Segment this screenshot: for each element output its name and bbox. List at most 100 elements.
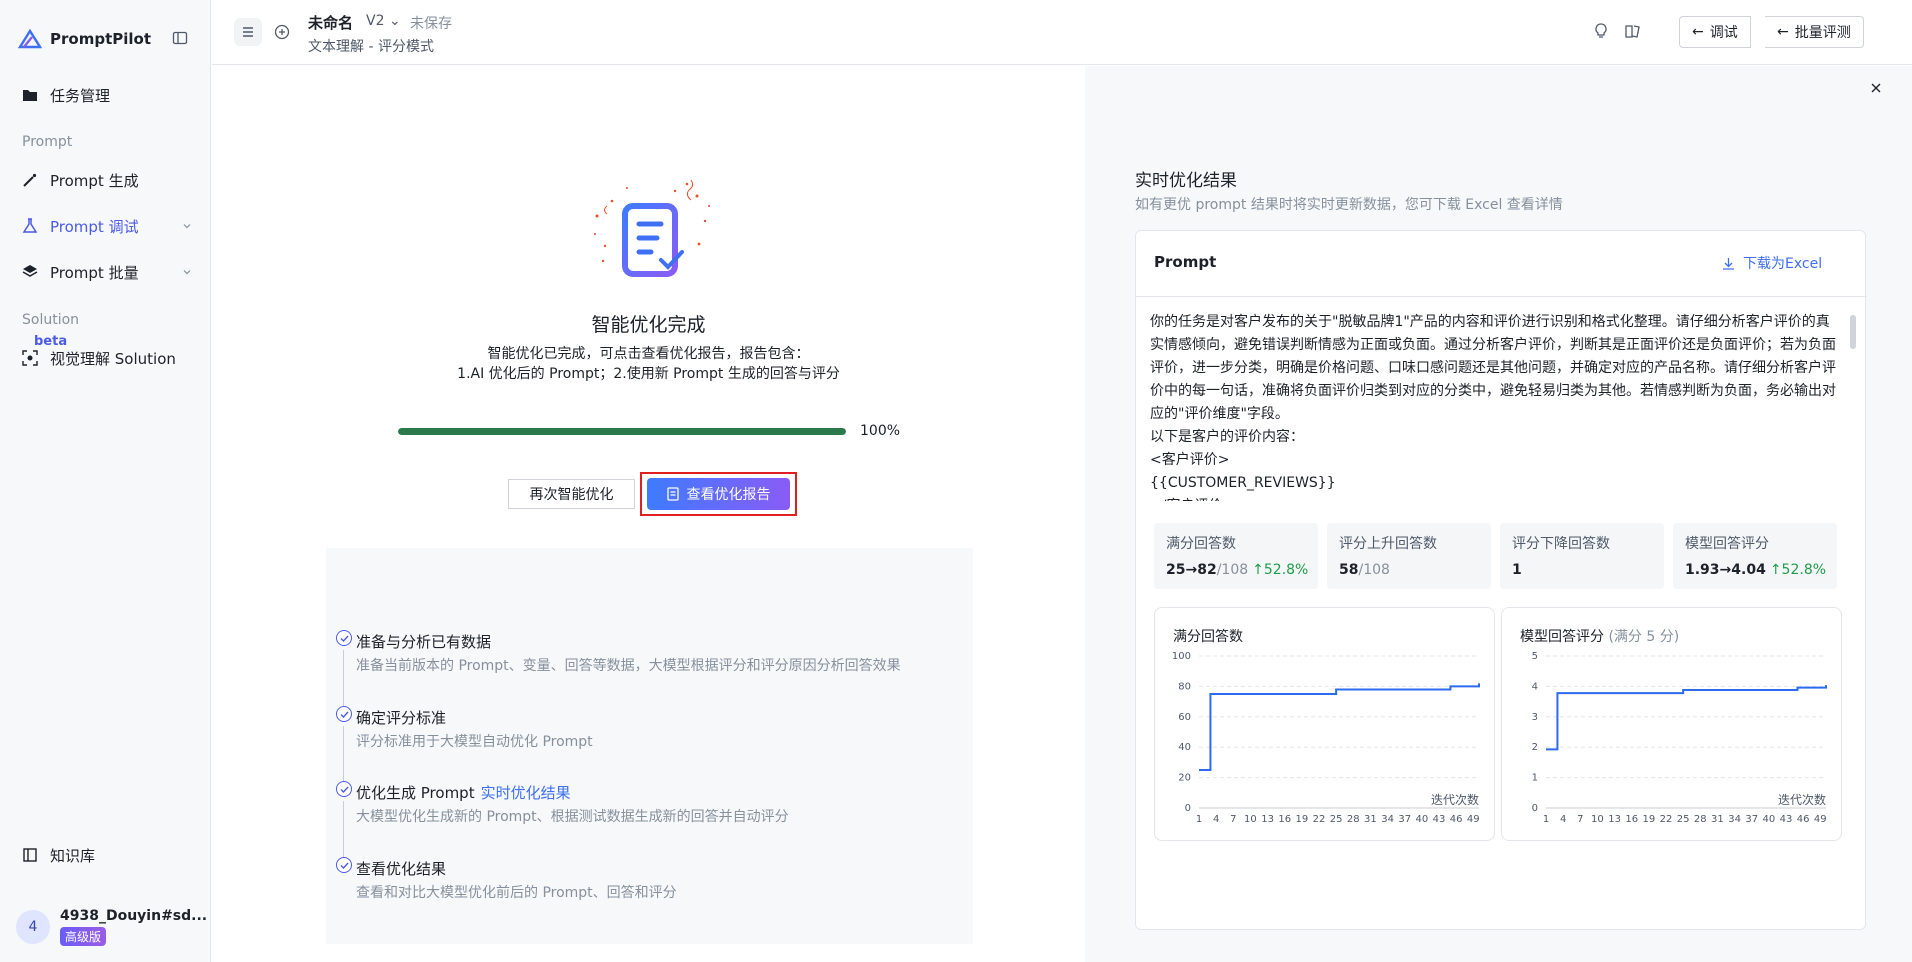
book-open-icon[interactable] bbox=[1624, 22, 1642, 40]
x-tick-label: 10 bbox=[1591, 814, 1604, 825]
x-tick-label: 28 bbox=[1347, 814, 1360, 825]
sidebar: PromptPilot 任务管理 Prompt Prompt 生成 Prompt… bbox=[0, 0, 211, 962]
stat-score-up: 评分上升回答数 58/108 bbox=[1327, 523, 1491, 589]
add-button[interactable] bbox=[268, 18, 296, 46]
stat-value: 25→82 bbox=[1166, 562, 1217, 578]
user-name: 4938_Douyin#sd... bbox=[60, 908, 208, 924]
stat-delta: ↑52.8% bbox=[1769, 562, 1827, 578]
top-header: 未命名 V2 ⌄ 未保存 文本理解 - 评分模式 ← 调试 ← 批量评测 bbox=[212, 0, 1912, 65]
x-tick-label: 43 bbox=[1780, 814, 1793, 825]
stat-value: 1.93→4.04 bbox=[1685, 562, 1766, 578]
close-icon[interactable] bbox=[1869, 81, 1883, 95]
x-tick-label: 37 bbox=[1398, 814, 1411, 825]
download-excel-label: 下载为Excel bbox=[1743, 256, 1823, 272]
folder-icon bbox=[23, 90, 37, 101]
chevron-down-icon bbox=[183, 224, 191, 229]
step-description: 查看和对比大模型优化前后的 Prompt、回答和评分 bbox=[356, 885, 677, 901]
prompt-scrollbar[interactable] bbox=[1850, 315, 1856, 349]
stat-label: 评分下降回答数 bbox=[1512, 536, 1610, 552]
y-tick-label: 4 bbox=[1532, 681, 1538, 692]
chart-card-full-score: 满分回答数 0 20 40 60 80 100 1 4 7 10 13 16 19 22 25 28 31 34 3… bbox=[1154, 607, 1495, 841]
success-description: 智能优化已完成，可点击查看优化报告，报告包含： 1.AI 优化后的 Prompt… bbox=[212, 344, 1085, 384]
sidebar-item-label: Prompt 调试 bbox=[50, 217, 139, 236]
progress-fill bbox=[398, 428, 846, 435]
download-excel-link[interactable]: 下载为Excel bbox=[1722, 253, 1822, 273]
stat-label: 模型回答评分 bbox=[1685, 536, 1769, 552]
sidebar-item-vision-solution[interactable]: 视觉理解 Solution bbox=[22, 346, 192, 370]
batch-eval-button[interactable]: ← 批量评测 bbox=[1765, 16, 1864, 48]
stat-delta: ↑52.8% bbox=[1252, 562, 1309, 578]
document-title[interactable]: 未命名 bbox=[308, 12, 353, 33]
view-report-button[interactable]: 查看优化报告 bbox=[647, 478, 790, 510]
x-tick-label: 25 bbox=[1330, 814, 1343, 825]
sidebar-item-prompt-generate[interactable]: Prompt 生成 bbox=[22, 168, 192, 192]
arrow-left-icon: ← bbox=[1777, 24, 1789, 40]
optimized-prompt-text[interactable]: 你的任务是对客户发布的关于"脱敏品牌1"产品的内容和评价进行识别和格式化整理。请… bbox=[1150, 311, 1840, 501]
x-tick-label: 46 bbox=[1450, 814, 1463, 825]
check-icon bbox=[336, 857, 352, 873]
x-tick-label: 49 bbox=[1814, 814, 1827, 825]
report-icon bbox=[666, 487, 679, 501]
x-tick-label: 25 bbox=[1677, 814, 1690, 825]
user-profile[interactable]: 4 4938_Douyin#sd... 高级版 bbox=[16, 908, 207, 946]
chevron-down-icon bbox=[183, 270, 191, 275]
sidebar-item-prompt-batch[interactable]: Prompt 批量 bbox=[22, 260, 192, 284]
sidebar-item-tasks[interactable]: 任务管理 bbox=[22, 83, 192, 107]
step-connector bbox=[343, 650, 344, 706]
sidebar-item-knowledge-base[interactable]: 知识库 bbox=[22, 843, 192, 867]
stat-value-row: 1 bbox=[1512, 562, 1652, 578]
series-line bbox=[1199, 683, 1480, 771]
x-tick-label: 19 bbox=[1295, 814, 1308, 825]
full-score-line-chart: 0 20 40 60 80 100 1 4 7 10 13 16 19 22 25 28 31 34 37 40 43 4… bbox=[1172, 651, 1480, 825]
check-icon bbox=[336, 630, 352, 646]
stat-full-score: 满分回答数 25→82/108 ↑52.8% bbox=[1154, 523, 1318, 589]
chart-title-text: 模型回答评分 bbox=[1520, 629, 1604, 645]
y-tick-label: 20 bbox=[1178, 773, 1191, 784]
plus-circle-icon bbox=[274, 24, 290, 40]
stat-suffix: /108 bbox=[1358, 562, 1390, 578]
step-title: 优化生成 Prompt bbox=[356, 784, 475, 802]
x-tick-label: 22 bbox=[1313, 814, 1326, 825]
step-title: 确定评分标准 bbox=[356, 709, 447, 727]
report-button-highlight: 查看优化报告 bbox=[640, 472, 797, 516]
stack-icon bbox=[22, 265, 38, 277]
y-tick-label: 1 bbox=[1532, 773, 1538, 784]
check-icon bbox=[336, 706, 352, 722]
stat-model-score: 模型回答评分 1.93→4.04 ↑52.8% bbox=[1673, 523, 1837, 589]
x-tick-label: 34 bbox=[1728, 814, 1741, 825]
x-tick-label: 31 bbox=[1711, 814, 1724, 825]
avatar: 4 bbox=[16, 910, 50, 944]
success-title: 智能优化完成 bbox=[591, 314, 706, 336]
x-tick-label: 46 bbox=[1797, 814, 1810, 825]
version-selector[interactable]: V2 ⌄ bbox=[366, 13, 401, 29]
reoptimize-button[interactable]: 再次智能优化 bbox=[508, 479, 635, 509]
sidebar-toggle-icon[interactable] bbox=[172, 30, 188, 46]
brand[interactable]: PromptPilot bbox=[18, 28, 151, 50]
flask-icon bbox=[22, 218, 38, 233]
stat-score-down: 评分下降回答数 1 bbox=[1500, 523, 1664, 589]
sidebar-item-label: Prompt 生成 bbox=[50, 171, 139, 190]
menu-button[interactable] bbox=[234, 18, 262, 46]
sidebar-item-label: 视觉理解 Solution bbox=[50, 349, 176, 368]
sidebar-item-prompt-debug[interactable]: Prompt 调试 bbox=[22, 214, 192, 238]
bulb-icon[interactable] bbox=[1592, 22, 1610, 40]
stat-value: 1 bbox=[1512, 562, 1522, 578]
y-tick-label: 2 bbox=[1532, 742, 1538, 753]
realtime-results-panel: 实时优化结果 如有更优 prompt 结果时将实时更新数据，您可下载 Excel… bbox=[1085, 66, 1912, 962]
debug-button[interactable]: ← 调试 bbox=[1679, 16, 1751, 48]
y-tick-label: 80 bbox=[1178, 681, 1191, 692]
y-tick-label: 3 bbox=[1532, 712, 1538, 723]
stats-row: 满分回答数 25→82/108 ↑52.8% 评分上升回答数 58/108 评分下… bbox=[1154, 523, 1858, 589]
realtime-results-link[interactable]: 实时优化结果 bbox=[481, 784, 571, 802]
success-desc-line-1: 智能优化已完成，可点击查看优化报告，报告包含： bbox=[487, 346, 810, 362]
menu-icon bbox=[243, 27, 253, 37]
step-connector bbox=[343, 801, 344, 857]
y-tick-label: 40 bbox=[1178, 742, 1191, 753]
magic-wand-icon bbox=[23, 173, 37, 187]
x-tick-label: 1 bbox=[1196, 814, 1202, 825]
book-icon bbox=[23, 848, 37, 862]
step-title: 准备与分析已有数据 bbox=[356, 633, 492, 651]
x-tick-label: 7 bbox=[1230, 814, 1236, 825]
y-tick-label: 5 bbox=[1532, 651, 1538, 662]
prompt-result-card: Prompt 下载为Excel 你的任务是对客户发布的关于"脱敏品牌1"产品的内… bbox=[1135, 230, 1867, 930]
